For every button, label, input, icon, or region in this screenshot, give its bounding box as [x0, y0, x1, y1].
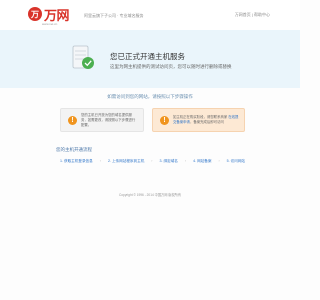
header-links[interactable]: 万网首页 | 帮助中心 — [235, 12, 270, 18]
info-panel-left-text: 您的主机已开放为您的域名提供服务，如需更改，请按照以下步骤进行配置。 — [81, 112, 136, 127]
header: 万 万网 www.net.cn 阿里云旗下子公司 · 专业域名服务 万网首页 |… — [0, 0, 300, 30]
logo-subtitle: www.net.cn — [42, 22, 58, 26]
arrow-right-icon: › — [99, 159, 101, 163]
step-link[interactable]: 4. 网站备案 — [193, 159, 211, 164]
hero-title: 您已正式开通主机服务 — [110, 52, 185, 61]
info-panel-right-text: 如主机正在购买阶段，请您联系商家 在线提交备案申请，备案完成后即可访问 — [173, 115, 244, 125]
logo-mark-icon: 万 — [28, 7, 42, 21]
hero-subtitle: 这里为网主机提供的测试访问页，您可以随时进行删除或替换 — [110, 64, 232, 69]
tagline: 阿里云旗下子公司 · 专业域名服务 — [84, 13, 144, 18]
info-panel-left: ! 您的主机已开放为您的域名提供服务，如需更改，请按照以下步骤进行配置。 — [60, 108, 144, 132]
info-panel-right: ! 如主机正在购买阶段，请您联系商家 在线提交备案申请，备案完成后即可访问 — [152, 108, 245, 132]
warning-icon: ! — [68, 115, 77, 125]
step-link[interactable]: 5. 访问网站 — [227, 159, 245, 164]
server-check-icon — [72, 45, 94, 69]
info-panel-right-text-after: ，备案完成后即可访问 — [189, 120, 224, 124]
step-link[interactable]: 1. 获取主机登录信息 — [60, 159, 93, 164]
logo-text: 万网 — [44, 8, 70, 24]
arrow-right-icon: › — [218, 159, 220, 163]
arrow-right-icon: › — [151, 159, 153, 163]
footer-copyright: Copyright © 1996 - 2014 中国万网 版权所有 — [118, 193, 182, 197]
step-link[interactable]: 2. 上传网站程序到主机 — [108, 159, 144, 164]
steps-title: 您的主机开通流程 — [56, 147, 92, 152]
arrow-right-icon: › — [184, 159, 187, 163]
notice-label: 如需访问到您的网站，请按照以下步骤操作 — [107, 94, 193, 99]
info-panel-right-text-before: 如主机正在购买阶段，请您联系商家 — [173, 115, 229, 119]
step-link[interactable]: 3. 绑定域名 — [160, 159, 178, 164]
steps-list: 1. 获取主机登录信息 › 2. 上传网站程序到主机 › 3. 绑定域名 › 4… — [60, 157, 250, 165]
warning-icon: ! — [160, 115, 169, 125]
logo[interactable]: 万 万网 — [28, 6, 70, 24]
